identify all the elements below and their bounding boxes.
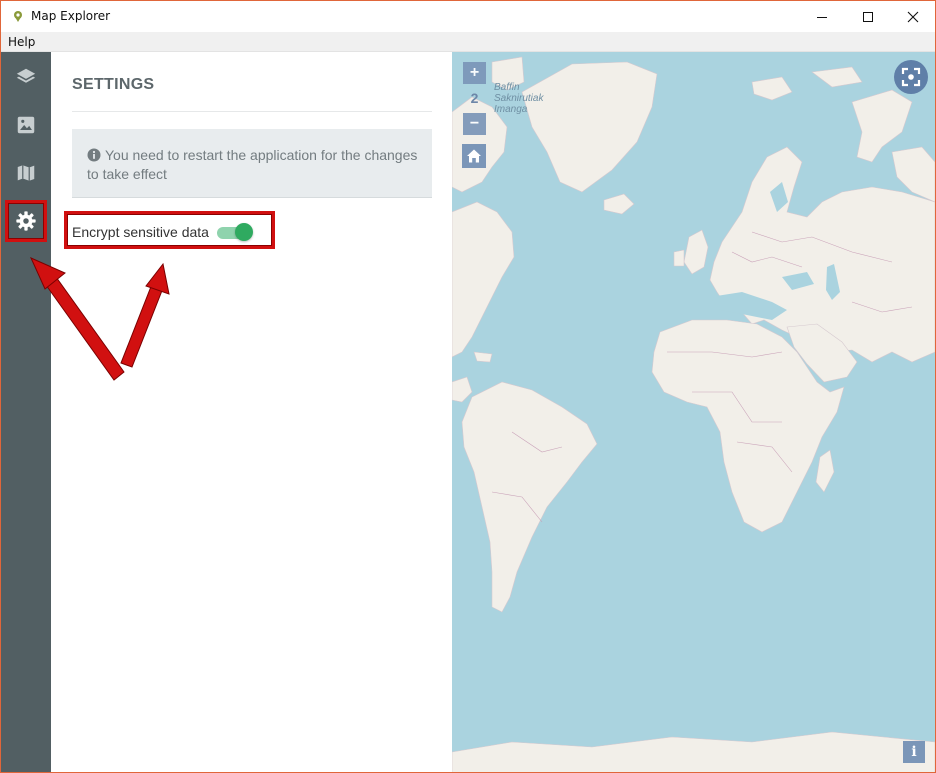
title-divider: [72, 111, 432, 112]
panel-title: SETTINGS: [72, 76, 155, 93]
sidebar-rail: [1, 52, 51, 772]
fullscreen-button[interactable]: [894, 60, 928, 94]
image-icon: [17, 116, 35, 134]
zoom-out-button[interactable]: −: [463, 113, 486, 135]
home-button[interactable]: [462, 144, 486, 168]
close-icon: [907, 11, 919, 22]
fullscreen-icon: [901, 67, 921, 87]
minimize-icon: [817, 16, 827, 18]
zoom-level: 2: [470, 90, 479, 106]
place-label-baffin: Baffin: [494, 82, 520, 93]
maximize-button[interactable]: [845, 1, 891, 32]
home-icon: [467, 149, 481, 163]
info-circle-icon: [87, 148, 101, 162]
map-info-button[interactable]: i: [903, 741, 925, 763]
map-icon: [17, 165, 35, 181]
settings-panel: SETTINGS You need to restart the applica…: [51, 52, 452, 772]
toggle-highlight-box: [64, 211, 275, 249]
map-place-label: Baffin Saknirutiak Imanga: [494, 82, 543, 115]
layers-icon: [16, 68, 36, 83]
window-title: Map Explorer: [31, 9, 111, 23]
sidebar-item-maps[interactable]: [1, 150, 51, 196]
restart-notice: You need to restart the application for …: [72, 129, 432, 198]
notice-text: You need to restart the application for …: [87, 147, 418, 182]
place-label-saknirutiak: Saknirutiak: [494, 93, 544, 104]
settings-highlight-box: [5, 200, 47, 242]
map-view[interactable]: Baffin Saknirutiak Imanga + 2 − i: [452, 52, 935, 772]
app-window: Map Explorer Help SETTINGS You need to r…: [0, 0, 936, 773]
sidebar-item-images[interactable]: [1, 102, 51, 148]
place-label-imanga: Imanga: [494, 104, 528, 115]
minimize-button[interactable]: [799, 1, 845, 32]
sidebar-item-layers[interactable]: [1, 54, 51, 100]
maximize-icon: [863, 11, 873, 22]
title-bar[interactable]: Map Explorer: [1, 1, 935, 32]
world-map: [452, 56, 935, 772]
menu-bar: Help: [1, 32, 935, 52]
close-button[interactable]: [890, 1, 935, 32]
menu-help[interactable]: Help: [8, 35, 35, 49]
app-logo-icon: [14, 11, 22, 22]
zoom-in-button[interactable]: +: [463, 62, 486, 84]
